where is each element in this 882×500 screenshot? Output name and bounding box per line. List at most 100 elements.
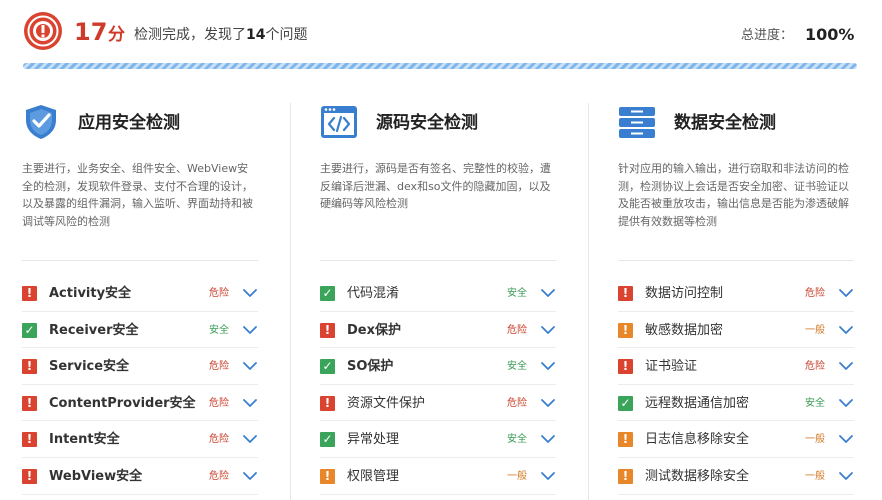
- chevron-down-icon[interactable]: [838, 360, 854, 372]
- check-item[interactable]: ✓ SO保护 安全: [320, 348, 556, 385]
- chevron-down-icon[interactable]: [540, 433, 556, 445]
- column-header: 源码安全检测: [320, 100, 556, 148]
- column-app-security: 应用安全检测 主要进行，业务安全、组件安全、WebView安全的检测，发现软件登…: [22, 100, 258, 495]
- score-unit: 分: [108, 25, 125, 45]
- check-item-name: 测试数据移除安全: [645, 468, 750, 484]
- check-item-name: Dex保护: [347, 322, 401, 338]
- column-title: 数据安全检测: [674, 113, 776, 133]
- check-list: ✓ 代码混淆 安全! Dex保护 危险 ✓ SO保护 安全! 资源文件保护 危险 ✓ 异常处理 安全! 权…: [320, 275, 556, 495]
- summary-suffix: 个问题: [265, 27, 308, 43]
- check-item-name: Activity安全: [49, 286, 132, 301]
- check-item[interactable]: ! ContentProvider安全 危险: [22, 385, 258, 422]
- chevron-down-icon[interactable]: [540, 397, 556, 409]
- alert-icon: !: [22, 432, 37, 448]
- check-item-name: SO保护: [347, 359, 394, 375]
- check-list: ! Activity安全 危险 ✓ Receiver安全 安全! Service安全 危险! C…: [22, 275, 258, 495]
- check-item[interactable]: ✓ 远程数据通信加密 安全: [618, 385, 854, 422]
- check-item[interactable]: ! Activity安全 危险: [22, 275, 258, 312]
- check-item-name: 日志信息移除安全: [645, 432, 750, 448]
- alert-icon: !: [320, 468, 335, 484]
- chevron-down-icon[interactable]: [838, 470, 854, 482]
- status-label: 危险: [209, 397, 229, 409]
- chevron-down-icon[interactable]: [838, 397, 854, 409]
- column-title: 源码安全检测: [376, 113, 478, 133]
- alert-icon: !: [22, 395, 37, 411]
- column-rule: [22, 260, 258, 261]
- check-item[interactable]: ! 测试数据移除安全 一般: [618, 458, 854, 495]
- status-label: 安全: [805, 397, 825, 409]
- chevron-down-icon[interactable]: [540, 324, 556, 336]
- status-label: 危险: [209, 361, 229, 373]
- chevron-down-icon[interactable]: [242, 287, 258, 299]
- alert-icon: !: [618, 359, 633, 375]
- check-item-name: WebView安全: [49, 468, 143, 484]
- status-label: 危险: [209, 470, 229, 482]
- chevron-down-icon[interactable]: [242, 470, 258, 482]
- check-item[interactable]: ! WebView安全 危险: [22, 458, 258, 495]
- check-item[interactable]: ! 证书验证 危险: [618, 348, 854, 385]
- chevron-down-icon[interactable]: [242, 433, 258, 445]
- check-item-name: 证书验证: [645, 359, 698, 375]
- chevron-down-icon[interactable]: [838, 287, 854, 299]
- status-label: 一般: [805, 434, 825, 446]
- target-icon: [24, 12, 62, 50]
- alert-icon: !: [22, 286, 37, 301]
- chevron-down-icon[interactable]: [540, 470, 556, 482]
- check-item[interactable]: ! 权限管理 一般: [320, 458, 556, 495]
- check-item[interactable]: ! Dex保护 危险: [320, 312, 556, 349]
- check-icon: ✓: [22, 322, 37, 338]
- check-item[interactable]: ✓ 代码混淆 安全: [320, 275, 556, 312]
- check-item-name: 资源文件保护: [347, 395, 426, 411]
- column-rule: [618, 260, 854, 261]
- status-label: 危险: [507, 324, 527, 336]
- alert-icon: !: [618, 432, 633, 448]
- check-item[interactable]: ! 敏感数据加密 一般: [618, 312, 854, 349]
- column-description: 主要进行，源码是否有签名、完整性的校验，遭 反编译后泄漏、dex和so文件的隐藏…: [320, 162, 551, 210]
- progress-label: 总进度：: [741, 28, 794, 43]
- chevron-down-icon[interactable]: [242, 397, 258, 409]
- summary-prefix: 检测完成，发现了: [134, 27, 246, 43]
- chevron-down-icon[interactable]: [540, 287, 556, 299]
- status-label: 危险: [209, 288, 229, 299]
- check-icon: ✓: [320, 359, 335, 375]
- check-item[interactable]: ! 日志信息移除安全 一般: [618, 421, 854, 458]
- chevron-down-icon[interactable]: [242, 360, 258, 372]
- check-item[interactable]: ! 数据访问控制 危险: [618, 275, 854, 312]
- progress-value: 100%: [805, 25, 855, 44]
- shield-check-icon: [26, 105, 56, 139]
- status-label: 危险: [507, 397, 527, 409]
- status-label: 危险: [805, 288, 825, 299]
- status-label: 危险: [805, 361, 825, 373]
- column-description: 针对应用的输入输出，进行窃取和非法访问的检测，检测协议上会话是否安全加密、证书验…: [618, 162, 849, 228]
- check-item[interactable]: ! Intent安全 危险: [22, 421, 258, 458]
- check-item[interactable]: ✓ Receiver安全 安全: [22, 312, 258, 349]
- result-header: 17 分 检测完成，发现了14个问题 总进度： 100%: [0, 0, 882, 62]
- status-label: 一般: [507, 470, 527, 482]
- column-description: 主要进行，业务安全、组件安全、WebView安全的检测，发现软件登录、支付不合理…: [22, 162, 253, 228]
- check-icon: ✓: [618, 395, 633, 411]
- chevron-down-icon[interactable]: [838, 324, 854, 336]
- progress-bar: [23, 63, 857, 69]
- check-item-name: 敏感数据加密: [645, 322, 724, 338]
- chevron-down-icon[interactable]: [540, 360, 556, 372]
- chevron-down-icon[interactable]: [242, 324, 258, 336]
- alert-icon: !: [320, 395, 335, 411]
- column-data-security: 数据安全检测 针对应用的输入输出，进行窃取和非法访问的检测，检测协议上会话是否安…: [618, 100, 854, 495]
- check-item[interactable]: ! 资源文件保护 危险: [320, 385, 556, 422]
- alert-icon: !: [618, 322, 633, 338]
- check-item[interactable]: ✓ 异常处理 安全: [320, 421, 556, 458]
- chevron-down-icon[interactable]: [838, 433, 854, 445]
- status-label: 安全: [507, 288, 527, 299]
- check-item-name: Intent安全: [49, 432, 120, 448]
- check-item-name: 代码混淆: [347, 286, 400, 301]
- check-item-name: 数据访问控制: [645, 286, 724, 301]
- check-item-name: 异常处理: [347, 432, 400, 448]
- check-item[interactable]: ! Service安全 危险: [22, 348, 258, 385]
- status-label: 安全: [507, 434, 527, 446]
- column-divider: [588, 103, 589, 500]
- alert-icon: !: [320, 322, 335, 338]
- column-header: 数据安全检测: [618, 100, 854, 148]
- issue-count: 14: [246, 27, 266, 43]
- column-rule: [320, 260, 556, 261]
- column-source-security: 源码安全检测 主要进行，源码是否有签名、完整性的校验，遭 反编译后泄漏、dex和…: [320, 100, 556, 495]
